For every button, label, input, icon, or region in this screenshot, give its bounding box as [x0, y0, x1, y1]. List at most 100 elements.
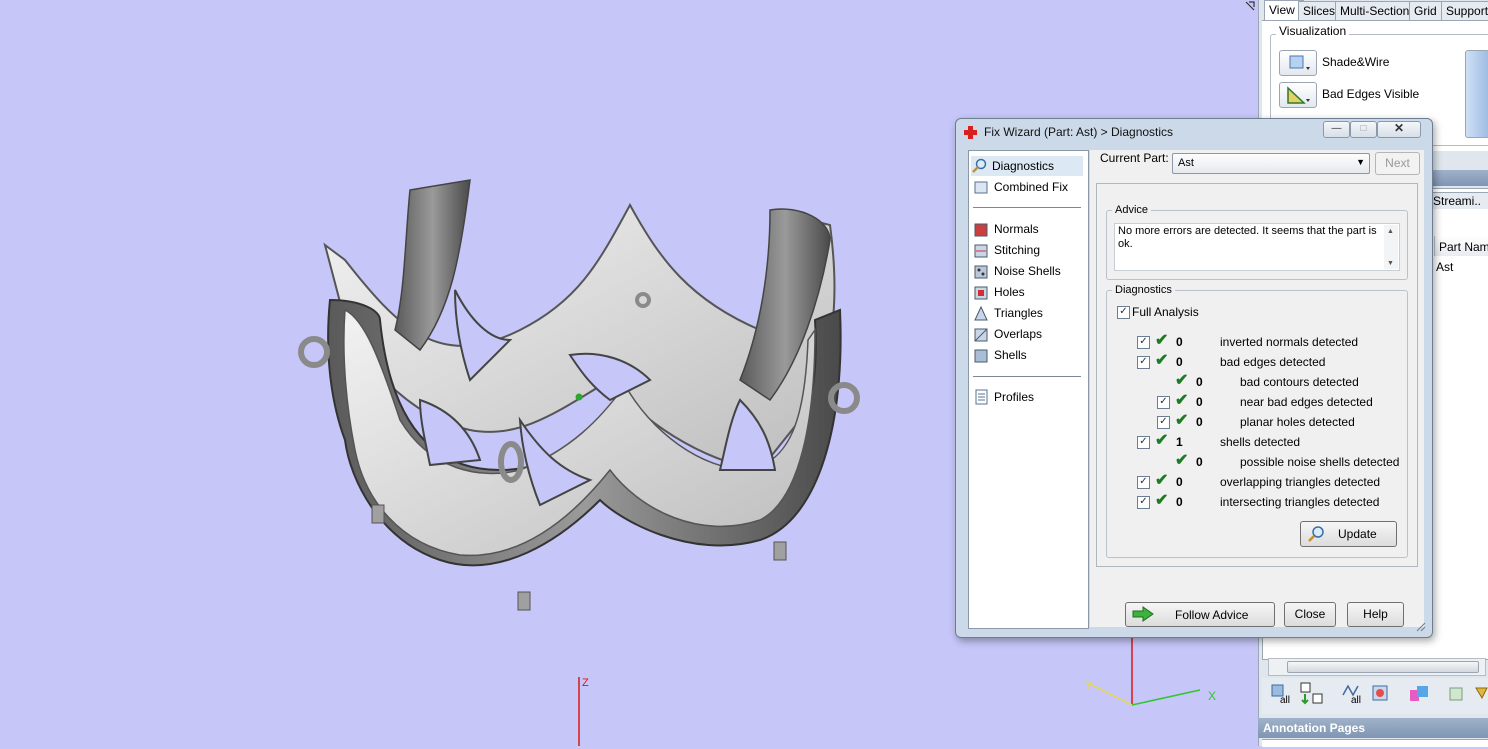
annotation-pages-header[interactable]: Annotation Pages [1258, 718, 1488, 738]
full-analysis-label: Full Analysis [1132, 305, 1199, 319]
nav-stitching[interactable]: Stitching [973, 240, 1040, 260]
ok-check-icon: ✔ [1175, 372, 1189, 389]
y-axis-label: Y [1085, 678, 1093, 692]
combined-fix-icon [973, 179, 989, 195]
magnifier-icon [1307, 525, 1325, 546]
nav-profiles[interactable]: Profiles [973, 387, 1034, 407]
advice-textbox[interactable]: No more errors are detected. It seems th… [1114, 223, 1400, 271]
large-view-button[interactable] [1465, 50, 1488, 138]
intersecting-triangles-count: 0 [1176, 495, 1183, 509]
ok-check-icon: ✔ [1155, 432, 1169, 449]
next-button[interactable]: Next [1375, 152, 1420, 175]
inverted-normals-checkbox[interactable]: ✓ [1137, 336, 1150, 349]
wireframe-all-icon[interactable]: all [1340, 683, 1366, 707]
nav-shells[interactable]: Shells [973, 345, 1027, 365]
inverted-normals-text: inverted normals detected [1220, 335, 1359, 349]
part-name-header[interactable]: Part Name [1434, 236, 1488, 256]
overlapping-triangles-text: overlapping triangles detected [1220, 475, 1381, 489]
pin-icon[interactable] [1244, 0, 1256, 12]
bad-edges-visible-label: Bad Edges Visible [1322, 87, 1420, 101]
overlapping-triangles-checkbox[interactable]: ✓ [1137, 476, 1150, 489]
shells-checkbox[interactable]: ✓ [1137, 436, 1150, 449]
bad-edges-visible-button[interactable] [1279, 82, 1317, 108]
nav-divider-2 [973, 376, 1081, 377]
current-part-label: Current Part: [1100, 151, 1169, 165]
color-parts-icon[interactable] [1407, 682, 1431, 706]
nav-combined-fix[interactable]: Combined Fix [973, 177, 1068, 197]
nav-holes[interactable]: Holes [973, 282, 1025, 302]
ok-check-icon: ✔ [1155, 472, 1169, 489]
ok-check-icon: ✔ [1175, 412, 1189, 429]
profiles-icon [973, 389, 989, 405]
z-axis-label: Z [582, 677, 589, 689]
intersecting-triangles-text: intersecting triangles detected [1220, 495, 1380, 509]
follow-advice-button[interactable]: Follow Advice [1125, 602, 1275, 627]
horizontal-scrollbar[interactable] [1268, 658, 1486, 676]
nav-noise-shells[interactable]: Noise Shells [973, 261, 1061, 281]
toggle-selection-icon[interactable] [1299, 682, 1325, 706]
intersecting-triangles-checkbox[interactable]: ✓ [1137, 496, 1150, 509]
ok-check-icon: ✔ [1155, 332, 1169, 349]
advice-scrollbar[interactable]: ▲ ▼ [1384, 225, 1398, 269]
noise-shells-icon [973, 263, 989, 279]
overlapping-triangles-count: 0 [1176, 475, 1183, 489]
nav-divider [973, 207, 1081, 208]
shells-count: 1 [1176, 435, 1183, 449]
holes-icon [973, 284, 989, 300]
rotation-center-marker [575, 393, 583, 401]
bad-edges-text: bad edges detected [1220, 355, 1326, 369]
nav-diagnostics[interactable]: Diagnostics [971, 156, 1083, 176]
tab-multi-section[interactable]: Multi-Section [1335, 1, 1415, 20]
close-button[interactable]: Close [1284, 602, 1336, 627]
ok-check-icon: ✔ [1175, 392, 1189, 409]
ok-check-icon: ✔ [1175, 452, 1189, 469]
advice-label: Advice [1112, 204, 1152, 216]
planar-holes-checkbox[interactable]: ✓ [1157, 416, 1170, 429]
shade-wire-label: Shade&Wire [1322, 55, 1390, 69]
planar-holes-count: 0 [1196, 415, 1203, 429]
near-bad-edges-count: 0 [1196, 395, 1203, 409]
unfix-icon[interactable] [1446, 682, 1468, 706]
near-bad-edges-text: near bad edges detected [1240, 395, 1373, 409]
bad-edges-count: 0 [1176, 355, 1183, 369]
full-analysis-checkbox[interactable]: ✓ [1117, 306, 1130, 319]
current-part-select[interactable]: Ast ▼ [1172, 153, 1370, 174]
bad-contours-text: bad contours detected [1240, 375, 1359, 389]
dialog-title: Fix Wizard (Part: Ast) > Diagnostics [984, 125, 1174, 139]
inverted-normals-count: 0 [1176, 335, 1183, 349]
tab-support[interactable]: Support V [1441, 1, 1488, 20]
wizard-nav: Diagnostics Combined Fix Normals Stitchi… [968, 150, 1089, 629]
part-name-cell[interactable]: Ast [1436, 260, 1453, 274]
arrow-right-icon [1131, 605, 1155, 626]
triangles-icon [973, 305, 989, 321]
nav-overlaps[interactable]: Overlaps [973, 324, 1042, 344]
ok-check-icon: ✔ [1155, 492, 1169, 509]
x-axis-label: X [1208, 689, 1216, 703]
planar-holes-text: planar holes detected [1240, 415, 1355, 429]
select-all-icon[interactable]: all [1269, 683, 1295, 707]
fix-wizard-icon [963, 125, 978, 140]
maximize-button[interactable]: □ [1350, 121, 1377, 138]
update-button[interactable]: Update [1300, 521, 1397, 547]
resize-grip-icon[interactable] [1414, 620, 1426, 632]
tab-streaming[interactable]: Streami.. [1428, 192, 1488, 209]
minimize-button[interactable]: — [1323, 121, 1350, 138]
filter-icon[interactable] [1475, 682, 1488, 706]
close-window-button[interactable]: ✕ [1377, 121, 1421, 138]
visualization-label: Visualization [1276, 24, 1350, 38]
bad-edges-checkbox[interactable]: ✓ [1137, 356, 1150, 369]
shells-icon [973, 347, 989, 363]
bad-contours-count: 0 [1196, 375, 1203, 389]
nav-normals[interactable]: Normals [973, 219, 1039, 239]
chevron-down-icon: ▼ [1356, 157, 1365, 167]
shade-wire-button[interactable] [1279, 50, 1317, 76]
overlaps-icon [973, 326, 989, 342]
diagnostics-group-label: Diagnostics [1112, 284, 1175, 296]
noise-shells-text: possible noise shells detected [1240, 455, 1400, 469]
visibility-icon[interactable] [1369, 682, 1393, 706]
ok-check-icon: ✔ [1155, 352, 1169, 369]
near-bad-edges-checkbox[interactable]: ✓ [1157, 396, 1170, 409]
help-button[interactable]: Help [1347, 602, 1404, 627]
magnifier-icon [971, 158, 987, 174]
nav-triangles[interactable]: Triangles [973, 303, 1043, 323]
